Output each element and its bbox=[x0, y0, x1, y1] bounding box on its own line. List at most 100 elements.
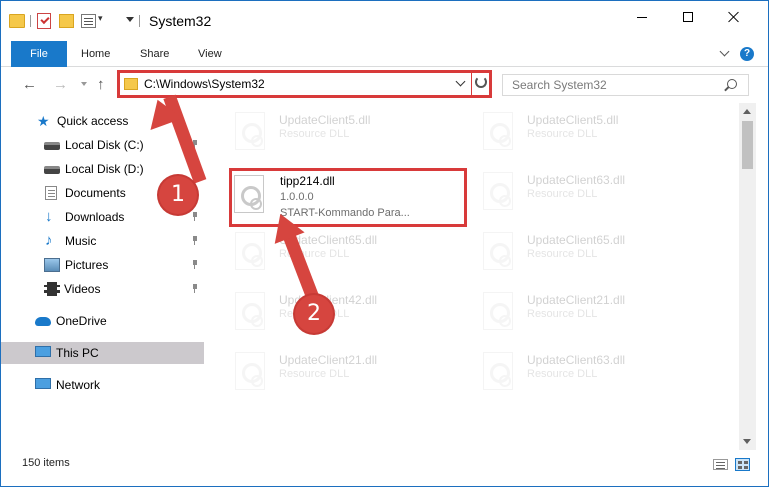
file-type: Resource DLL bbox=[527, 188, 598, 200]
file-item[interactable]: UpdateClient5.dll Resource DLL bbox=[479, 106, 719, 160]
star-icon: ★ bbox=[37, 113, 50, 129]
vertical-scrollbar[interactable] bbox=[739, 103, 756, 450]
recent-locations-dropdown-icon[interactable] bbox=[81, 82, 87, 86]
cloud-icon bbox=[35, 317, 51, 326]
sidebar-item-label: Quick access bbox=[57, 114, 129, 128]
file-item[interactable]: UpdateClient21.dll Resource DLL bbox=[231, 346, 471, 400]
file-type: Resource DLL bbox=[527, 308, 598, 320]
dll-file-icon bbox=[234, 175, 264, 213]
dll-file-icon bbox=[235, 112, 265, 150]
dll-file-icon bbox=[483, 352, 513, 390]
tab-home[interactable]: Home bbox=[81, 41, 110, 67]
sidebar-item-this-pc[interactable]: This PC bbox=[1, 342, 204, 364]
file-item[interactable]: UpdateClient21.dll Resource DLL bbox=[479, 286, 719, 340]
file-name: tipp214.dll bbox=[280, 174, 335, 188]
close-icon bbox=[728, 11, 740, 23]
file-item[interactable]: UpdateClient5.dll Resource DLL bbox=[231, 106, 471, 160]
sidebar-item-label: Local Disk (D:) bbox=[65, 162, 144, 176]
properties-dropdown-icon[interactable]: ▾ bbox=[98, 13, 103, 24]
file-item[interactable]: UpdateClient65.dll Resource DLL bbox=[479, 226, 719, 280]
folder-icon bbox=[124, 78, 138, 90]
scroll-up-icon[interactable] bbox=[743, 109, 751, 114]
details-view-icon[interactable] bbox=[713, 459, 728, 470]
sidebar-item-pictures[interactable]: Pictures bbox=[1, 254, 204, 276]
file-type: Resource DLL bbox=[527, 128, 598, 140]
file-item[interactable]: UpdateClient65.dll Resource DLL bbox=[231, 226, 471, 280]
file-name: UpdateClient21.dll bbox=[527, 293, 626, 307]
title-bar: ▾ System32 bbox=[1, 1, 768, 41]
pin-icon[interactable] bbox=[191, 284, 199, 293]
sidebar-item-label: Videos bbox=[64, 282, 101, 296]
address-path[interactable]: C:\Windows\System32 bbox=[144, 77, 265, 91]
address-dropdown-icon[interactable] bbox=[455, 76, 466, 87]
tab-share[interactable]: Share bbox=[140, 41, 169, 67]
maximize-button[interactable] bbox=[665, 1, 711, 33]
folder-icon bbox=[9, 14, 25, 28]
address-divider bbox=[471, 73, 472, 95]
title-separator bbox=[139, 15, 140, 27]
back-arrow-icon[interactable]: ← bbox=[22, 76, 37, 93]
close-button[interactable] bbox=[711, 1, 757, 33]
file-item[interactable]: UpdateClient42.dll Resource DLL bbox=[231, 286, 471, 340]
videos-icon bbox=[44, 282, 60, 296]
toolbar-separator bbox=[30, 15, 31, 27]
file-explorer-window: ▾ System32 File Home Share View ? ← → ↑ … bbox=[0, 0, 769, 487]
dll-file-icon bbox=[483, 292, 513, 330]
file-list: UpdateClient5.dll Resource DLL UpdateCli… bbox=[208, 103, 739, 450]
scroll-thumb[interactable] bbox=[742, 121, 753, 169]
file-version: 1.0.0.0 bbox=[280, 191, 314, 203]
file-item[interactable]: UpdateClient63.dll Resource DLL bbox=[479, 166, 719, 220]
expand-ribbon-icon[interactable] bbox=[719, 48, 729, 58]
properties-icon[interactable] bbox=[81, 14, 96, 28]
file-type: Resource DLL bbox=[279, 128, 350, 140]
navigation-pane: ★ Quick access Local Disk (C:) Local Dis… bbox=[1, 103, 208, 450]
minimize-button[interactable] bbox=[619, 1, 665, 33]
properties-check-icon[interactable] bbox=[37, 13, 51, 29]
navigation-bar: ← → ↑ C:\Windows\System32 Search System3… bbox=[1, 67, 768, 103]
file-item[interactable]: UpdateClient63.dll Resource DLL bbox=[479, 346, 719, 400]
tab-file[interactable]: File bbox=[11, 41, 67, 67]
file-name: UpdateClient5.dll bbox=[279, 113, 371, 127]
sidebar-item-label: This PC bbox=[56, 346, 99, 360]
dll-file-icon bbox=[235, 292, 265, 330]
download-icon: ↓ bbox=[45, 208, 53, 225]
tab-view[interactable]: View bbox=[198, 41, 222, 67]
file-type: Resource DLL bbox=[527, 248, 598, 260]
sidebar-item-label: Network bbox=[56, 378, 101, 392]
dll-file-icon bbox=[483, 232, 513, 270]
file-item-tipp214[interactable]: tipp214.dll 1.0.0.0 START-Kommando Para.… bbox=[229, 168, 467, 227]
sidebar-item-videos[interactable]: Videos bbox=[1, 278, 204, 300]
sidebar-item-local-disk-c[interactable]: Local Disk (C:) bbox=[1, 134, 204, 156]
forward-arrow-icon[interactable]: → bbox=[53, 76, 68, 93]
search-input[interactable]: Search System32 bbox=[502, 74, 749, 96]
refresh-icon[interactable] bbox=[475, 76, 487, 88]
sidebar-item-label: Downloads bbox=[65, 210, 125, 224]
sidebar-item-label: Documents bbox=[65, 186, 126, 200]
disk-icon bbox=[44, 166, 60, 174]
step-badge-1: 1 bbox=[159, 176, 197, 214]
pictures-icon bbox=[44, 258, 60, 272]
new-folder-icon[interactable] bbox=[59, 14, 74, 28]
file-type: Resource DLL bbox=[279, 368, 350, 380]
sidebar-item-label: OneDrive bbox=[56, 314, 107, 328]
sidebar-item-network[interactable]: Network bbox=[1, 374, 204, 396]
sidebar-item-music[interactable]: ♪ Music bbox=[1, 230, 204, 252]
sidebar-item-label: Music bbox=[65, 234, 97, 248]
scroll-down-icon[interactable] bbox=[743, 439, 751, 444]
up-arrow-icon[interactable]: ↑ bbox=[97, 76, 105, 93]
network-icon bbox=[35, 378, 51, 389]
search-icon[interactable] bbox=[727, 79, 737, 89]
ribbon-tabs: File Home Share View ? bbox=[1, 41, 768, 67]
pin-icon[interactable] bbox=[191, 260, 199, 269]
file-type: Resource DLL bbox=[527, 368, 598, 380]
sidebar-item-onedrive[interactable]: OneDrive bbox=[1, 310, 204, 332]
computer-icon bbox=[35, 346, 51, 357]
pin-icon[interactable] bbox=[191, 212, 199, 221]
documents-icon bbox=[45, 186, 57, 200]
pin-icon[interactable] bbox=[191, 236, 199, 245]
help-icon[interactable]: ? bbox=[740, 47, 754, 61]
customize-toolbar-dropdown-icon[interactable] bbox=[126, 17, 134, 22]
large-icons-view-icon[interactable] bbox=[735, 458, 750, 471]
dll-file-icon bbox=[483, 172, 513, 210]
file-name: UpdateClient5.dll bbox=[527, 113, 619, 127]
